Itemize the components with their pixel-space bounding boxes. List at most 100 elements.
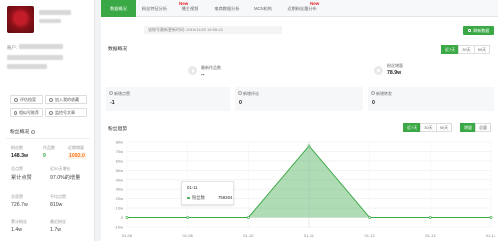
tab-label: 播主视频 [181, 5, 199, 11]
series-dot [187, 196, 190, 199]
monitor-button[interactable]: 监控号文章 [45, 108, 87, 117]
account-name-redacted [39, 10, 71, 15]
y-tick-label: 0 [121, 215, 124, 220]
share-icon [371, 91, 375, 95]
like-icon [109, 91, 113, 95]
monitor-label: 监控号文章 [55, 109, 75, 115]
kpi-label: 最新作品数 [201, 65, 221, 70]
stat-card-comments: 新增评论 0 [235, 87, 363, 111]
trend-title: 粉丝趋势 [108, 127, 128, 132]
range-90d[interactable]: 90天 [435, 123, 453, 132]
stat-card-likes: 新增点赞 -1 [106, 87, 230, 111]
data-point [489, 216, 493, 219]
y-tick-label: -10w [114, 225, 123, 230]
card-label: 新增评论 [243, 91, 259, 96]
stat-value: 726.7w [11, 202, 28, 208]
refresh-icon [467, 28, 472, 33]
users-icon [14, 110, 17, 115]
stat-value: 累计点赞 [11, 175, 32, 181]
y-tick-label: 10w [116, 206, 123, 211]
stat-works: 作品数 9 [43, 145, 55, 159]
chart-tooltip: 01-11 粉丝数 759284 [181, 181, 234, 205]
main-panel: 数据概况 粉丝特征分析 New 播主视频 电商数据分析 MCN机构 近期粉丝量分… [101, 0, 498, 241]
stat-label: 总点赞 [11, 166, 23, 171]
tab-label: 数据概况 [110, 5, 127, 11]
stat-value: 9 [43, 153, 46, 159]
y-tick-label: 60w [116, 158, 123, 163]
stat-30day-growth: 近30天增长 97.0%的增量 [50, 166, 80, 181]
stat-label: 近期增量 [68, 145, 84, 150]
overview-title: 数据概况 [108, 47, 128, 52]
stat-label: 作品数 [43, 145, 55, 150]
fans-overview-title: 粉丝概况 [10, 128, 36, 135]
account-label: 账户: [7, 45, 18, 50]
new-badge: New [310, 1, 320, 6]
fans-trend-chart[interactable]: 80w 70w 60w 50w 40w 30w 20w 10w 0 -10w 01-06 01-08 0… [105, 136, 495, 239]
trend-range-selector: 近7天 30天 90天 [403, 123, 453, 132]
fans-overview-label: 粉丝概况 [10, 130, 30, 135]
range-30d[interactable]: 30天 [458, 45, 475, 54]
y-tick-label: 30w [116, 187, 123, 192]
stat-label: 近30天增长 [50, 166, 71, 171]
similar-accounts-label: 相似号推荐 [19, 109, 39, 115]
y-tick-label: 70w [116, 149, 123, 154]
range-7d[interactable]: 近7天 [441, 45, 460, 54]
kpi-label: 粉丝增量 [387, 63, 403, 68]
tab-mcn[interactable]: MCN机构 [247, 0, 279, 17]
tab-label: 粉丝特征分析 [141, 5, 168, 11]
data-point [246, 216, 250, 219]
help-icon[interactable] [31, 129, 36, 134]
mode-increment[interactable]: 增量 [460, 123, 476, 132]
stat-recent-fans: 最近粉丝 1.7w [50, 219, 66, 233]
x-tick-label: 01-12 [365, 233, 376, 238]
range-90d[interactable]: 90天 [473, 45, 491, 54]
stat-label: 最近粉丝 [50, 219, 66, 224]
y-tick-label: 50w [116, 168, 123, 173]
refresh-label: 刷新数据 [473, 27, 490, 33]
stat-avg-likes: 平均点赞 810w [50, 194, 66, 208]
card-label: 新增转发 [376, 91, 392, 96]
range-30d[interactable]: 30天 [420, 123, 437, 132]
tab-ecommerce[interactable]: 电商数据分析 [207, 0, 247, 17]
tooltip-value: 759284 [218, 195, 233, 200]
tab-fans-analysis[interactable]: 粉丝特征分析 [136, 0, 173, 17]
card-value: 0 [239, 100, 242, 106]
mode-total[interactable]: 总量 [475, 123, 491, 132]
account-value-redacted [19, 44, 63, 49]
tab-label: MCN机构 [254, 5, 272, 11]
tab-videos[interactable]: 播主视频 [173, 0, 207, 17]
kpi-value: -- [201, 72, 205, 78]
update-time: 该账号最新更新时间: 2019/11/20 19:55:13 [144, 26, 282, 34]
kpi-value: 78.9w [387, 70, 402, 76]
card-value: 0 [372, 100, 375, 106]
tab-data-overview[interactable]: 数据概况 [101, 0, 136, 17]
x-tick-label: 01-06 [122, 233, 133, 238]
add-favorite-button[interactable]: 加入我的收藏 [45, 95, 87, 104]
stat-label: 粉丝数 [11, 145, 23, 150]
refresh-data-button[interactable]: 刷新数据 [463, 26, 494, 35]
play-icon [188, 66, 197, 75]
x-tick-label: 01-11 [304, 233, 315, 238]
bio-line-2-redacted [7, 64, 47, 69]
stat-recent-growth: 近期增量 1092.0 [68, 145, 86, 159]
stat-label: 累计粉丝 [11, 219, 27, 224]
similar-accounts-button[interactable]: 相似号推荐 [10, 108, 43, 117]
y-tick-label: 80w [116, 140, 123, 145]
account-sidebar: 账户: 评估档案 加入我的收藏 相似号推荐 监控号文章 粉丝概况 粉丝数 148… [0, 0, 95, 241]
x-tick-label: 01-14 [486, 233, 495, 238]
avatar[interactable] [7, 6, 34, 33]
edit-profile-button[interactable]: 评估档案 [10, 95, 43, 104]
tooltip-date: 01-11 [187, 185, 198, 190]
tab-label: 近期粉丝量分布 [287, 5, 317, 11]
edit-icon [14, 97, 18, 102]
bio-line-1-redacted [7, 55, 63, 60]
y-tick-label: 40w [116, 177, 123, 182]
x-tick-label: 01-08 [183, 233, 194, 238]
stat-total-received-likes: 总获赞 726.7w [11, 194, 28, 208]
stat-value: 97.0%的增量 [50, 175, 81, 181]
fans-icon [374, 66, 383, 75]
range-7d[interactable]: 近7天 [403, 123, 422, 132]
data-point [186, 216, 190, 219]
x-tick-label: 01-13 [425, 233, 436, 238]
data-point [125, 216, 129, 219]
